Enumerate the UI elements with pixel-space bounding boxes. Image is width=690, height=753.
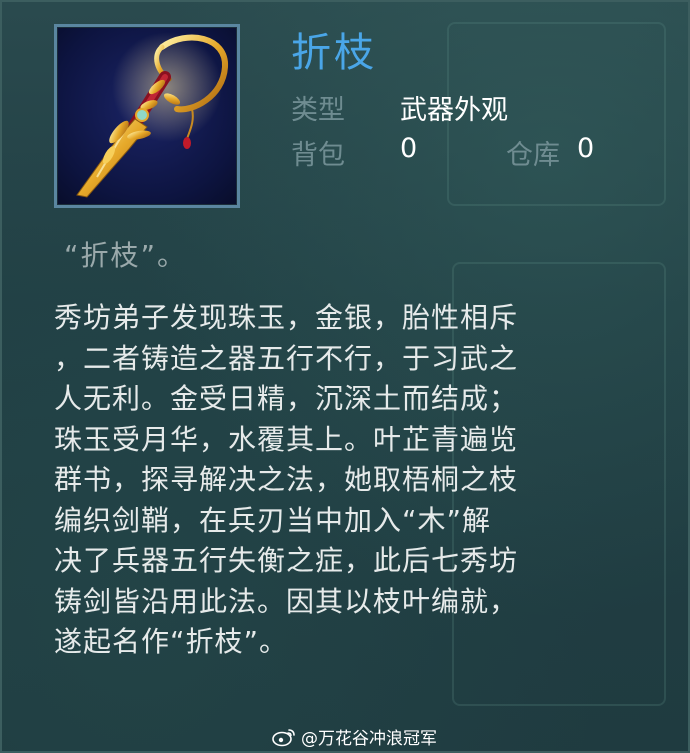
description-line: ，二者铸造之器五行不行，于习武之 bbox=[54, 341, 519, 375]
description-line: 人无利。金受日精，沉深土而结成； bbox=[54, 382, 519, 415]
description-line: 群书，探寻解决之法，她取梧桐之枝 bbox=[54, 463, 519, 496]
bag-count: 0 bbox=[400, 133, 418, 164]
description-line: 编织剑鞘，在兵刃当中加入“木”解 bbox=[54, 503, 492, 537]
item-icon-frame bbox=[54, 24, 240, 208]
description-line: 决了兵器五行失衡之症，此后七秀坊 bbox=[54, 544, 519, 577]
item-description: 秀坊弟子发现珠玉，金银，胎性相斥 ，二者铸造之器五行不行，于习武之 人无利。金受… bbox=[54, 298, 654, 663]
watermark-text: @万花谷冲浪冠军 bbox=[301, 729, 437, 749]
description-line: 珠玉受月华，水覆其上。叶芷青遍览 bbox=[54, 422, 519, 456]
item-tooltip-panel: 折枝 类型 武器外观 背包 0 仓库 0 “折枝”。 秀坊弟子发现珠玉，金银，胎… bbox=[0, 0, 690, 753]
bag-label: 背包 bbox=[291, 140, 345, 171]
weibo-icon bbox=[272, 728, 295, 746]
description-line: 遂起名作“折枝”。 bbox=[54, 625, 289, 658]
warehouse-count: 0 bbox=[577, 133, 595, 164]
item-subtitle: “折枝”。 bbox=[64, 239, 188, 272]
item-name: 折枝 bbox=[291, 30, 377, 76]
type-value: 武器外观 bbox=[400, 95, 508, 126]
description-line: 秀坊弟子发现珠玉，金银，胎性相斥 bbox=[54, 301, 519, 334]
description-line: 铸剑皆沿用此法。因其以枝叶编就， bbox=[54, 584, 519, 618]
warehouse-label: 仓库 bbox=[506, 140, 560, 171]
watermark: @万花谷冲浪冠军 bbox=[272, 724, 437, 749]
golden-branch-sword-icon bbox=[76, 32, 229, 198]
type-label: 类型 bbox=[291, 95, 345, 126]
